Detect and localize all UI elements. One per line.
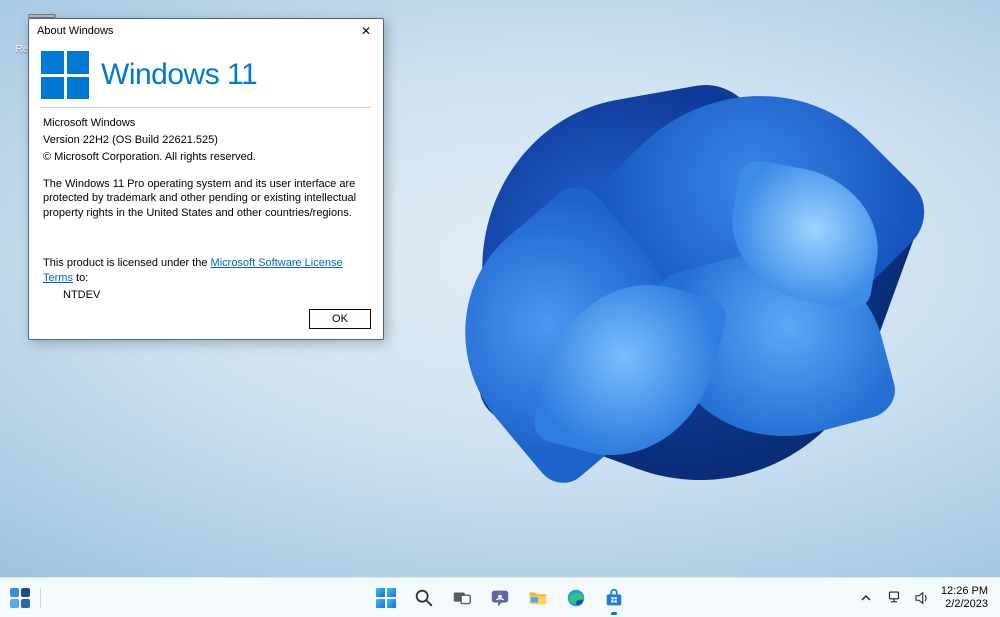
edge-icon [565, 587, 587, 609]
license-suffix: to: [73, 272, 88, 284]
store-button[interactable] [596, 580, 632, 616]
windows-logo-icon [41, 51, 89, 99]
licensed-to: NTDEV [43, 288, 369, 303]
start-icon [376, 588, 396, 608]
close-icon: ✕ [361, 24, 371, 38]
tray-overflow-button[interactable] [853, 581, 879, 615]
taskbar: 12:26 PM 2/2/2023 [0, 577, 1000, 617]
product-name-line: Microsoft Windows [43, 116, 369, 131]
network-button[interactable] [881, 581, 907, 615]
task-view-button[interactable] [444, 580, 480, 616]
copyright-line: © Microsoft Corporation. All rights rese… [43, 150, 369, 165]
about-windows-dialog: About Windows ✕ Windows 11 Microsoft Win… [28, 18, 384, 340]
file-explorer-button[interactable] [520, 580, 556, 616]
start-button[interactable] [368, 580, 404, 616]
task-view-icon [451, 587, 473, 609]
search-button[interactable] [406, 580, 442, 616]
license-prefix: This product is licensed under the [43, 257, 211, 269]
hero-product-name: Windows 11 [101, 58, 257, 92]
chat-icon [489, 587, 511, 609]
version-line: Version 22H2 (OS Build 22621.525) [43, 133, 369, 148]
license-line: This product is licensed under the Micro… [43, 256, 369, 286]
taskbar-center [368, 580, 632, 616]
dialog-hero: Windows 11 [29, 43, 383, 105]
widgets-icon [10, 588, 30, 608]
volume-icon [913, 589, 931, 607]
network-icon [885, 589, 903, 607]
clock-date: 2/2/2023 [941, 598, 988, 611]
chevron-up-icon [861, 593, 871, 603]
dialog-title: About Windows [37, 25, 351, 37]
clock-time: 12:26 PM [941, 585, 988, 598]
chat-button[interactable] [482, 580, 518, 616]
system-tray: 12:26 PM 2/2/2023 [853, 581, 1000, 615]
edge-button[interactable] [558, 580, 594, 616]
taskbar-clock[interactable]: 12:26 PM 2/2/2023 [937, 585, 992, 610]
widgets-button[interactable] [4, 582, 36, 614]
close-button[interactable]: ✕ [351, 21, 381, 41]
taskbar-divider [40, 588, 41, 608]
dialog-titlebar[interactable]: About Windows ✕ [29, 19, 383, 43]
desktop-wallpaper: Recycle Bin About Windows ✕ Windows 11 M… [0, 0, 1000, 577]
search-icon [413, 587, 435, 609]
dialog-divider [41, 107, 371, 108]
folder-icon [527, 587, 549, 609]
volume-button[interactable] [909, 581, 935, 615]
store-icon [603, 587, 625, 609]
legal-paragraph: The Windows 11 Pro operating system and … [43, 177, 369, 222]
wallpaper-bloom-art [420, 40, 980, 560]
dialog-body: Microsoft Windows Version 22H2 (OS Build… [29, 116, 383, 303]
ok-button[interactable]: OK [309, 309, 371, 329]
